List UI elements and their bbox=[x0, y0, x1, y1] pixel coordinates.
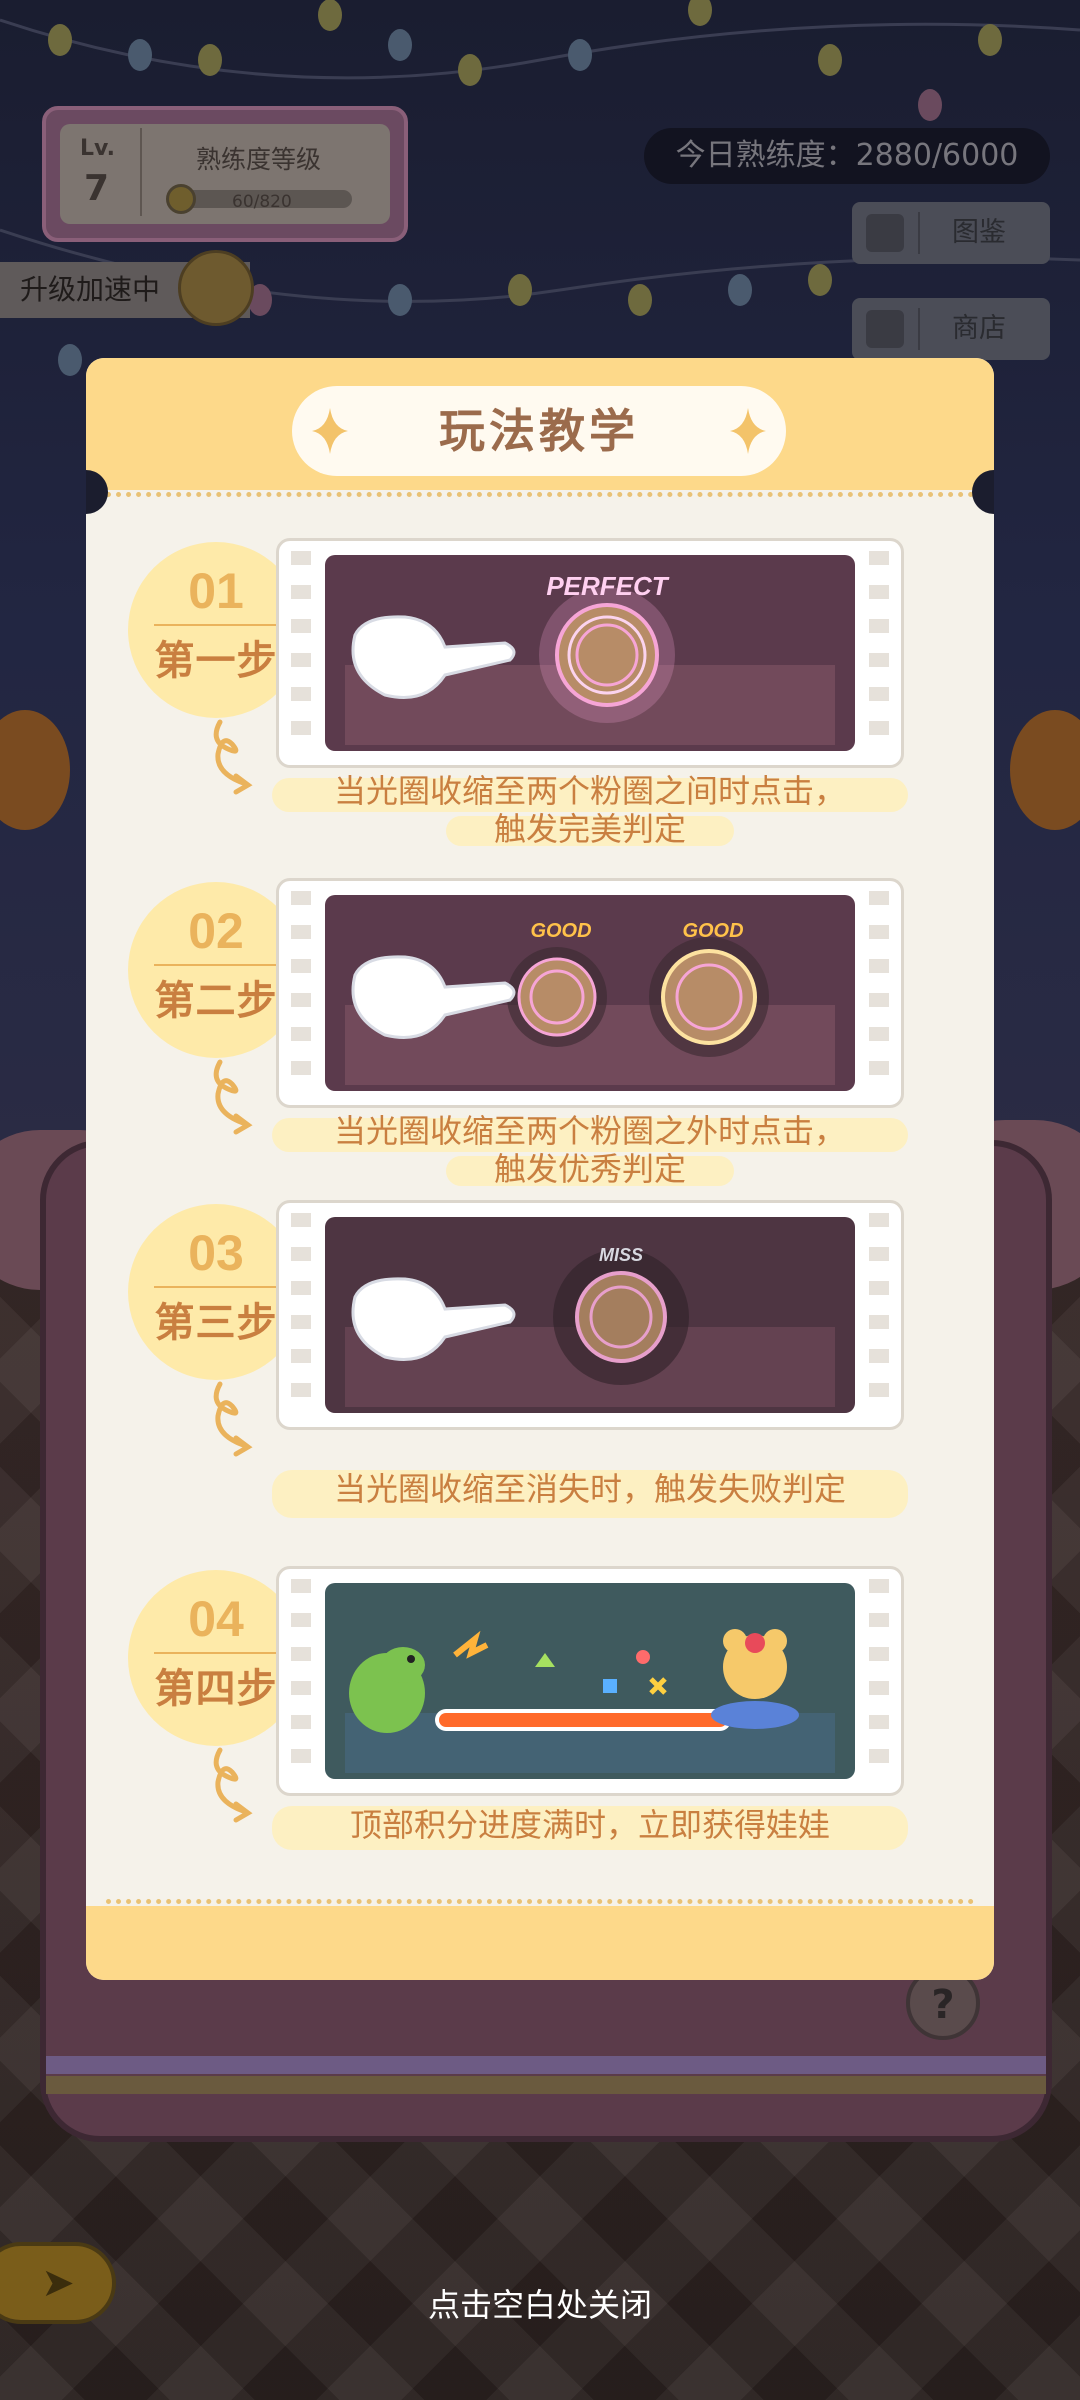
dotted-divider bbox=[106, 492, 974, 497]
badge-divider bbox=[154, 1652, 278, 1654]
proficiency-text: 60/820 bbox=[232, 192, 292, 212]
film-holes bbox=[869, 1579, 889, 1783]
proficiency-coin-icon bbox=[166, 184, 196, 214]
divider bbox=[140, 128, 142, 216]
curly-arrow-icon bbox=[213, 1381, 253, 1457]
dotted-divider bbox=[106, 1899, 974, 1904]
tutorial-image: MISS bbox=[325, 1217, 855, 1413]
film-holes bbox=[291, 1213, 311, 1417]
film-holes bbox=[291, 1579, 311, 1783]
caption-line: 触发完美判定 bbox=[493, 810, 686, 848]
badge-divider bbox=[154, 1286, 278, 1288]
tutorial-image bbox=[325, 1583, 855, 1779]
judge-text-perfect: PERFECT bbox=[546, 571, 669, 601]
tutorial-image-frame: PERFECT bbox=[276, 538, 904, 768]
level-value: 7 bbox=[84, 168, 110, 209]
character-avatar bbox=[178, 250, 254, 326]
curly-arrow-icon bbox=[213, 719, 253, 795]
title-pill: 玩法教学 bbox=[292, 386, 786, 476]
collection-button-label: 图鉴 bbox=[952, 217, 1006, 248]
step-caption: 当光圈收缩至两个粉圈之间时点击， 触发完美判定 bbox=[272, 772, 908, 848]
level-label: Lv. bbox=[80, 136, 115, 161]
tutorial-image-frame: MISS bbox=[276, 1200, 904, 1430]
proficiency-title: 熟练度等级 bbox=[196, 145, 322, 174]
caption-line: 触发优秀判定 bbox=[493, 1150, 686, 1188]
step-caption: 顶部积分进度满时，立即获得娃娃 bbox=[272, 1806, 908, 1850]
caption-line: 当光圈收缩至两个粉圈之外时点击， bbox=[333, 1112, 846, 1150]
film-holes bbox=[869, 551, 889, 755]
caption-line: 当光圈收缩至两个粉圈之间时点击， bbox=[333, 772, 846, 810]
judge-text-good: GOOD bbox=[530, 920, 591, 942]
badge-divider bbox=[154, 624, 278, 626]
tutorial-image-frame: GOOD GOOD bbox=[276, 878, 904, 1108]
divider bbox=[918, 308, 920, 350]
tutorial-image: GOOD GOOD bbox=[325, 895, 855, 1091]
collection-button[interactable]: 图鉴 bbox=[852, 202, 1050, 264]
modal-footer bbox=[86, 1906, 994, 1980]
shop-button-label: 商店 bbox=[952, 313, 1006, 344]
curly-arrow-icon bbox=[213, 1747, 253, 1823]
film-holes bbox=[291, 551, 311, 755]
tutorial-image-frame bbox=[276, 1566, 904, 1796]
machine-stripe bbox=[46, 2056, 1046, 2074]
level-panel: Lv. 7 熟练度等级 60/820 bbox=[42, 106, 408, 242]
divider bbox=[918, 212, 920, 254]
film-holes bbox=[291, 891, 311, 1095]
judge-text-miss: MISS bbox=[599, 1245, 643, 1265]
caption-line: 当光圈收缩至消失时，触发失败判定 bbox=[333, 1470, 846, 1508]
step-caption: 当光圈收缩至消失时，触发失败判定 bbox=[272, 1470, 908, 1518]
tutorial-image: PERFECT bbox=[325, 555, 855, 751]
tutorial-modal: 玩法教学 01 第一步 PERFECT 当光圈收缩至两个粉圈之间时点击， 触发完… bbox=[86, 358, 994, 1980]
curly-arrow-icon bbox=[213, 1059, 253, 1135]
shop-button[interactable]: 商店 bbox=[852, 298, 1050, 360]
daily-proficiency: 今日熟练度：2880/6000 bbox=[644, 128, 1050, 184]
close-hint[interactable]: 点击空白处关闭 bbox=[0, 2280, 1080, 2326]
machine-stripe bbox=[46, 2076, 1046, 2094]
badge-divider bbox=[154, 964, 278, 966]
judge-text-good: GOOD bbox=[682, 920, 743, 942]
film-holes bbox=[869, 891, 889, 1095]
step-caption: 当光圈收缩至两个粉圈之外时点击， 触发优秀判定 bbox=[272, 1112, 908, 1188]
caption-line: 顶部积分进度满时，立即获得娃娃 bbox=[349, 1806, 830, 1844]
modal-title: 玩法教学 bbox=[439, 404, 639, 458]
shop-icon bbox=[866, 310, 904, 348]
sparkle-icon bbox=[730, 408, 766, 454]
film-holes bbox=[869, 1213, 889, 1417]
book-icon bbox=[866, 214, 904, 252]
